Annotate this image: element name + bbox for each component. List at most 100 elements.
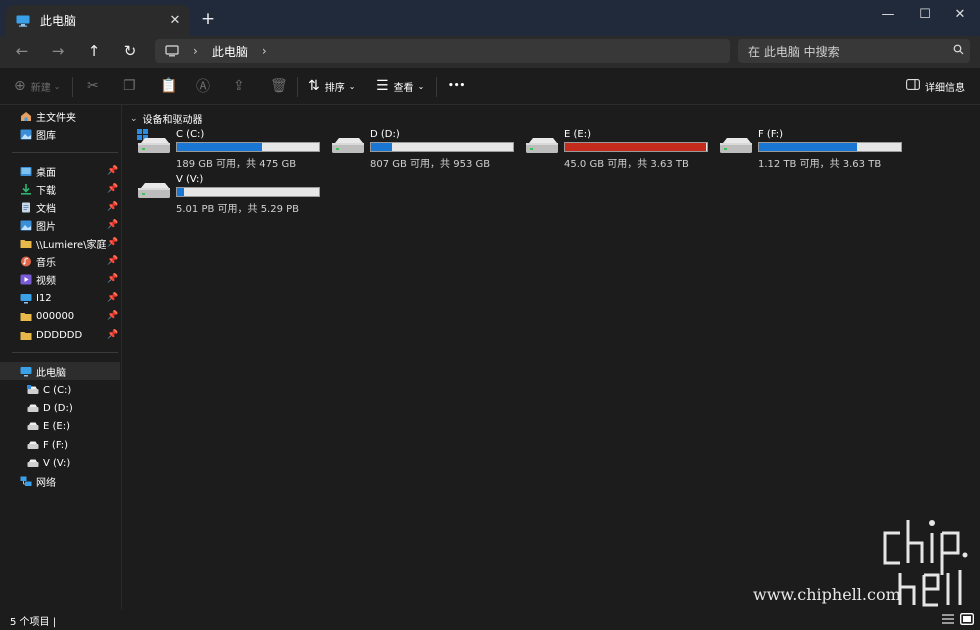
group-header-devices[interactable]: ⌄ 设备和驱动器 — [130, 111, 203, 127]
search-input[interactable]: 在 此电脑 中搜索 — [748, 43, 946, 60]
nav-item-lumiere[interactable]: \\Lumiere\家庭 📌 — [0, 234, 120, 252]
tiles-view-icon[interactable] — [960, 613, 974, 625]
sort-button[interactable]: ⇅ 排序 ⌄ — [308, 76, 355, 96]
nav-label: 图片 — [36, 221, 56, 233]
details-label: 详细信息 — [925, 82, 965, 94]
nav-item-documents[interactable]: 文档 📌 — [0, 198, 120, 216]
copy-icon[interactable]: ❐ — [123, 76, 141, 96]
drive-usage-bar — [758, 142, 902, 152]
nav-item-drive-e[interactable]: E (E:) — [0, 417, 120, 435]
breadcrumb-chevron[interactable]: › — [193, 44, 198, 58]
share-icon[interactable]: ⇪ — [233, 76, 250, 96]
new-button[interactable]: ⊕ 新建 ⌄ — [14, 76, 60, 96]
pin-icon[interactable]: 📌 — [106, 330, 120, 340]
view-button[interactable]: ☰ 查看 ⌄ — [376, 76, 424, 96]
pin-icon[interactable]: 📌 — [106, 238, 120, 248]
nav-item-home[interactable]: 主文件夹 — [0, 107, 120, 125]
drive-free-space: 189 GB 可用，共 475 GB — [176, 159, 297, 170]
item-count: 5 个项目 | — [10, 617, 57, 628]
nav-item-this-pc[interactable]: 此电脑 — [0, 362, 120, 380]
more-options-button[interactable]: ••• — [448, 76, 465, 96]
tab-close-icon[interactable]: ✕ — [164, 13, 186, 28]
nav-label: I12 — [36, 292, 52, 304]
refresh-icon[interactable]: ↻ — [118, 42, 142, 62]
drive-name: E (E:) — [564, 129, 591, 140]
paste-icon[interactable]: 📋 — [160, 76, 182, 96]
nav-item-pictures[interactable]: 图片 📌 — [0, 216, 120, 234]
nav-item-network[interactable]: 网络 — [0, 472, 120, 490]
nav-label: 桌面 — [36, 167, 56, 179]
maximize-button[interactable]: ☐ — [905, 0, 945, 28]
nav-item-videos[interactable]: 视频 📌 — [0, 270, 120, 288]
music-icon — [20, 256, 32, 267]
search-box[interactable]: 在 此电脑 中搜索 — [738, 39, 970, 63]
pc-icon — [165, 45, 179, 57]
nav-label: \\Lumiere\家庭 — [36, 239, 106, 251]
nav-item-i12[interactable]: I12 📌 — [0, 289, 120, 307]
breadcrumb-this-pc[interactable]: 此电脑 — [212, 43, 248, 60]
search-icon — [946, 44, 970, 58]
nav-item-000000[interactable]: 000000 📌 — [0, 307, 120, 325]
desktop-icon — [20, 166, 32, 177]
system-drive-icon — [137, 129, 170, 153]
back-arrow-icon[interactable]: ← — [10, 42, 34, 62]
pin-icon[interactable]: 📌 — [106, 220, 120, 230]
nav-item-music[interactable]: 音乐 📌 — [0, 252, 120, 270]
nav-item-drive-v[interactable]: V (V:) — [0, 454, 120, 472]
nav-item-desktop[interactable]: 桌面 📌 — [0, 162, 120, 180]
nav-item-drive-c[interactable]: C (C:) — [0, 381, 120, 399]
nav-label: 此电脑 — [36, 367, 66, 379]
pin-icon[interactable]: 📌 — [106, 293, 120, 303]
drive-usage-bar — [176, 187, 320, 197]
monitor-icon — [16, 15, 30, 27]
drive-name: C (C:) — [176, 129, 205, 140]
sort-label: 排序 — [324, 82, 345, 94]
nav-item-dddddd[interactable]: DDDDDD 📌 — [0, 326, 120, 344]
divider — [436, 77, 437, 97]
pin-icon[interactable]: 📌 — [106, 274, 120, 284]
address-field[interactable]: › 此电脑 › — [155, 39, 730, 63]
nav-item-drive-d[interactable]: D (D:) — [0, 399, 120, 417]
view-icon: ☰ — [376, 78, 389, 94]
watermark-url: www.chiphell.com — [753, 585, 901, 604]
drive-icon — [27, 458, 39, 469]
pin-icon[interactable]: 📌 — [106, 311, 120, 321]
folder-icon — [20, 330, 32, 341]
drive-tile-v[interactable]: V (V:) 5.01 PB 可用，共 5.29 PB — [137, 174, 327, 216]
chevron-down-icon: ⌄ — [130, 113, 138, 124]
pin-icon[interactable]: 📌 — [106, 166, 120, 176]
monitor-icon — [20, 293, 32, 304]
drive-tile-f[interactable]: F (F:) 1.12 TB 可用，共 3.63 TB — [719, 129, 909, 171]
group-label: 设备和驱动器 — [142, 115, 203, 126]
new-tab-button[interactable]: + — [200, 9, 216, 29]
forward-arrow-icon[interactable]: → — [46, 42, 70, 62]
pictures-icon — [20, 220, 32, 231]
minimize-button[interactable]: — — [868, 0, 908, 28]
drive-free-space: 45.0 GB 可用，共 3.63 TB — [564, 159, 689, 170]
pin-icon[interactable]: 📌 — [106, 202, 120, 212]
close-button[interactable]: ✕ — [940, 0, 980, 28]
nav-label: 音乐 — [36, 257, 56, 269]
drive-icon — [27, 384, 39, 396]
drive-tile-e[interactable]: E (E:) 45.0 GB 可用，共 3.63 TB — [525, 129, 715, 171]
chevron-down-icon: ⌄ — [53, 81, 61, 91]
cut-icon[interactable]: ✂ — [87, 76, 104, 96]
nav-item-downloads[interactable]: 下载 📌 — [0, 180, 120, 198]
tab-this-pc[interactable]: 此电脑 ✕ — [6, 5, 190, 36]
details-view-icon[interactable] — [941, 613, 955, 625]
breadcrumb-chevron[interactable]: › — [262, 44, 267, 58]
chiphell-logo — [883, 520, 968, 607]
drive-tile-c[interactable]: C (C:) 189 GB 可用，共 475 GB — [137, 129, 327, 171]
pin-icon[interactable]: 📌 — [106, 184, 120, 194]
chevron-down-icon: ⌄ — [417, 81, 425, 91]
up-arrow-icon[interactable]: ↑ — [82, 42, 106, 62]
nav-label: DDDDDD — [36, 329, 83, 341]
rename-icon[interactable]: Ⓐ — [196, 76, 215, 96]
pin-icon[interactable]: 📌 — [106, 256, 120, 266]
delete-icon[interactable]: 🗑 — [270, 76, 293, 96]
nav-item-gallery[interactable]: 图库 — [0, 125, 120, 143]
drive-tile-d[interactable]: D (D:) 807 GB 可用，共 953 GB — [331, 129, 521, 171]
video-icon — [20, 274, 32, 285]
nav-item-drive-f[interactable]: F (F:) — [0, 436, 120, 454]
details-button[interactable]: 详细信息 — [906, 76, 965, 96]
